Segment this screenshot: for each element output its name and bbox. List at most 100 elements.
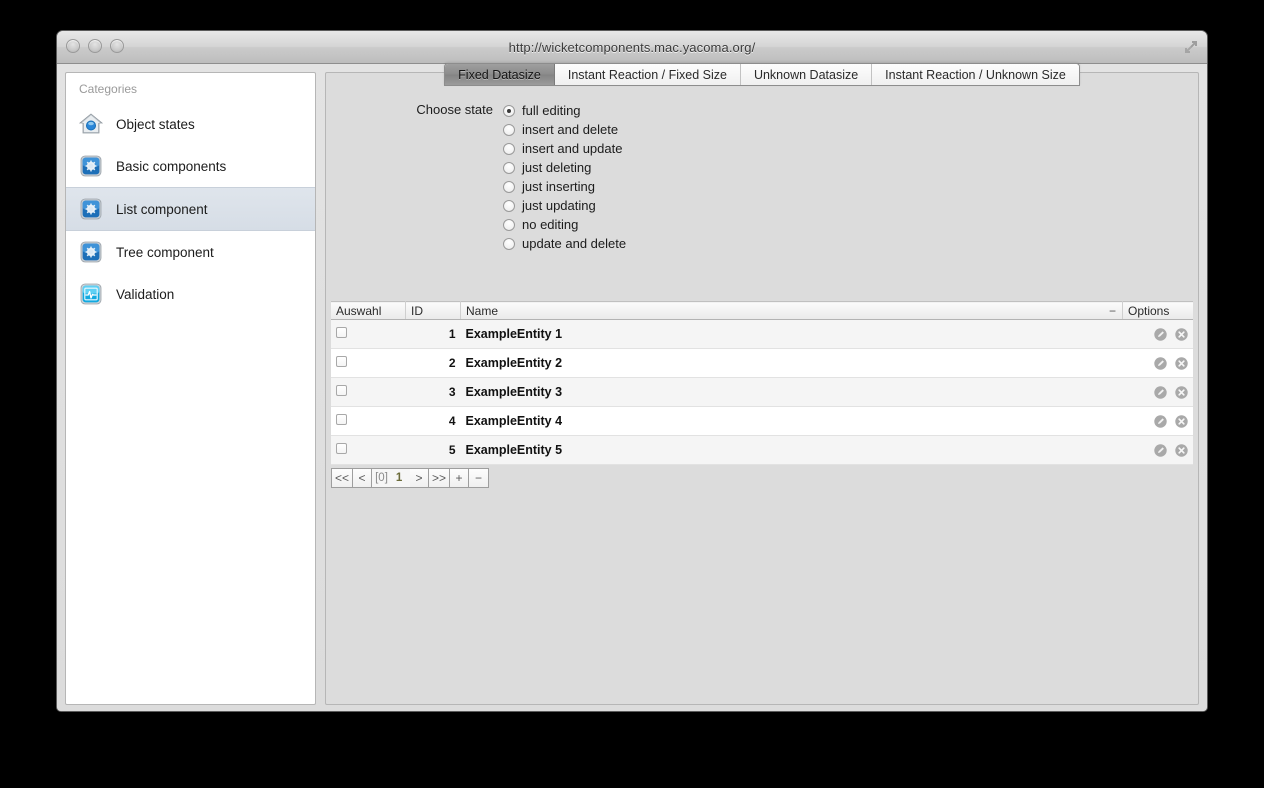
sort-indicator-icon: −	[1109, 304, 1116, 318]
sidebar-item-tree-component[interactable]: Tree component	[66, 231, 315, 273]
tab-unknown-datasize[interactable]: Unknown Datasize	[741, 64, 872, 85]
row-id-cell: 3	[406, 378, 461, 407]
sidebar-item-basic-components[interactable]: Basic components	[66, 145, 315, 187]
row-name-cell: ExampleEntity 2	[461, 349, 1123, 378]
radio-option-full-editing[interactable]: full editing	[503, 101, 626, 120]
radio-option-update-and-delete[interactable]: update and delete	[503, 234, 626, 253]
pagination-last-button[interactable]: >>	[429, 469, 450, 487]
minimize-button[interactable]	[88, 39, 102, 53]
delete-icon[interactable]	[1175, 328, 1188, 341]
categories-sidebar: Categories Object states	[65, 72, 316, 705]
tab-instant-reaction-fixed-size[interactable]: Instant Reaction / Fixed Size	[555, 64, 741, 85]
browser-window: http://wicketcomponents.mac.yacoma.org/ …	[56, 30, 1208, 712]
radio-button-icon[interactable]	[503, 200, 515, 212]
pagination-prev-button[interactable]: <	[353, 469, 372, 487]
radio-button-icon[interactable]	[503, 219, 515, 231]
delete-icon[interactable]	[1175, 415, 1188, 428]
row-checkbox[interactable]	[336, 327, 347, 338]
radio-button-icon[interactable]	[503, 238, 515, 250]
edit-icon[interactable]	[1154, 415, 1167, 428]
zoom-button[interactable]	[110, 39, 124, 53]
row-select-cell	[331, 349, 406, 378]
choose-state-form: Choose state full editing insert and del…	[326, 73, 1198, 253]
row-checkbox[interactable]	[336, 385, 347, 396]
sidebar-item-label: Object states	[116, 117, 195, 132]
table-row[interactable]: 2 ExampleEntity 2	[331, 349, 1193, 378]
radio-option-just-updating[interactable]: just updating	[503, 196, 626, 215]
delete-icon[interactable]	[1175, 386, 1188, 399]
row-options-cell	[1123, 320, 1194, 349]
delete-icon[interactable]	[1175, 357, 1188, 370]
row-checkbox[interactable]	[336, 443, 347, 454]
row-id-cell: 5	[406, 436, 461, 465]
row-id-cell: 2	[406, 349, 461, 378]
row-checkbox[interactable]	[336, 356, 347, 367]
resize-corner-icon[interactable]	[1183, 39, 1199, 55]
delete-icon[interactable]	[1175, 444, 1188, 457]
sidebar-item-validation[interactable]: Validation	[66, 273, 315, 315]
radio-label: just updating	[522, 198, 596, 213]
radio-label: insert and delete	[522, 122, 618, 137]
radio-label: update and delete	[522, 236, 626, 251]
edit-icon[interactable]	[1154, 328, 1167, 341]
radio-label: no editing	[522, 217, 578, 232]
column-header-id[interactable]: ID	[406, 302, 461, 320]
row-checkbox[interactable]	[336, 414, 347, 425]
radio-button-icon[interactable]	[503, 124, 515, 136]
sidebar-item-label: Basic components	[116, 159, 226, 174]
window-titlebar: http://wicketcomponents.mac.yacoma.org/	[57, 31, 1207, 64]
edit-icon[interactable]	[1154, 357, 1167, 370]
gear-tile-icon	[78, 196, 104, 222]
edit-icon[interactable]	[1154, 444, 1167, 457]
row-name-cell: ExampleEntity 5	[461, 436, 1123, 465]
entity-table-container: Auswahl ID Name − Options	[331, 301, 1193, 488]
tab-fixed-datasize[interactable]: Fixed Datasize	[445, 64, 555, 85]
column-header-auswahl[interactable]: Auswahl	[331, 302, 406, 320]
column-header-name-label: Name	[466, 304, 498, 318]
tab-instant-reaction-unknown-size[interactable]: Instant Reaction / Unknown Size	[872, 64, 1079, 85]
radio-button-icon[interactable]	[503, 143, 515, 155]
row-options-cell	[1123, 436, 1194, 465]
radio-button-icon[interactable]	[503, 181, 515, 193]
radio-label: insert and update	[522, 141, 622, 156]
sidebar-item-list-component[interactable]: List component	[66, 187, 315, 231]
traffic-light-controls	[66, 39, 124, 53]
column-header-name[interactable]: Name −	[461, 302, 1123, 320]
radio-label: full editing	[522, 103, 581, 118]
edit-icon[interactable]	[1154, 386, 1167, 399]
radio-option-just-deleting[interactable]: just deleting	[503, 158, 626, 177]
window-body: Categories Object states	[57, 64, 1207, 712]
pagination-add-button[interactable]: +	[450, 469, 469, 487]
row-options-cell	[1123, 349, 1194, 378]
sidebar-item-label: Validation	[116, 287, 174, 302]
row-select-cell	[331, 407, 406, 436]
row-select-cell	[331, 378, 406, 407]
radio-button-icon[interactable]	[503, 105, 515, 117]
table-header: Auswahl ID Name − Options	[331, 302, 1193, 320]
window-title: http://wicketcomponents.mac.yacoma.org/	[57, 40, 1207, 55]
pagination-first-button[interactable]: <<	[332, 469, 353, 487]
radio-option-insert-and-delete[interactable]: insert and delete	[503, 120, 626, 139]
row-name-cell: ExampleEntity 4	[461, 407, 1123, 436]
radio-option-insert-and-update[interactable]: insert and update	[503, 139, 626, 158]
choose-state-label: Choose state	[326, 101, 503, 117]
sidebar-item-object-states[interactable]: Object states	[66, 103, 315, 145]
pagination-next-button[interactable]: >	[410, 469, 429, 487]
table-row[interactable]: 4 ExampleEntity 4	[331, 407, 1193, 436]
radio-option-just-inserting[interactable]: just inserting	[503, 177, 626, 196]
radio-button-icon[interactable]	[503, 162, 515, 174]
pagination-remove-button[interactable]: −	[469, 469, 488, 487]
row-options-cell	[1123, 378, 1194, 407]
table-row[interactable]: 1 ExampleEntity 1	[331, 320, 1193, 349]
table-row[interactable]: 5 ExampleEntity 5	[331, 436, 1193, 465]
tab-group: Fixed Datasize Instant Reaction / Fixed …	[444, 63, 1080, 86]
row-id-cell: 4	[406, 407, 461, 436]
house-icon	[78, 111, 104, 137]
close-button[interactable]	[66, 39, 80, 53]
table-row[interactable]: 3 ExampleEntity 3	[331, 378, 1193, 407]
radio-label: just deleting	[522, 160, 591, 175]
row-select-cell	[331, 436, 406, 465]
radio-option-no-editing[interactable]: no editing	[503, 215, 626, 234]
sidebar-item-label: List component	[116, 202, 208, 217]
pagination-current-page[interactable]: 1	[391, 469, 410, 487]
